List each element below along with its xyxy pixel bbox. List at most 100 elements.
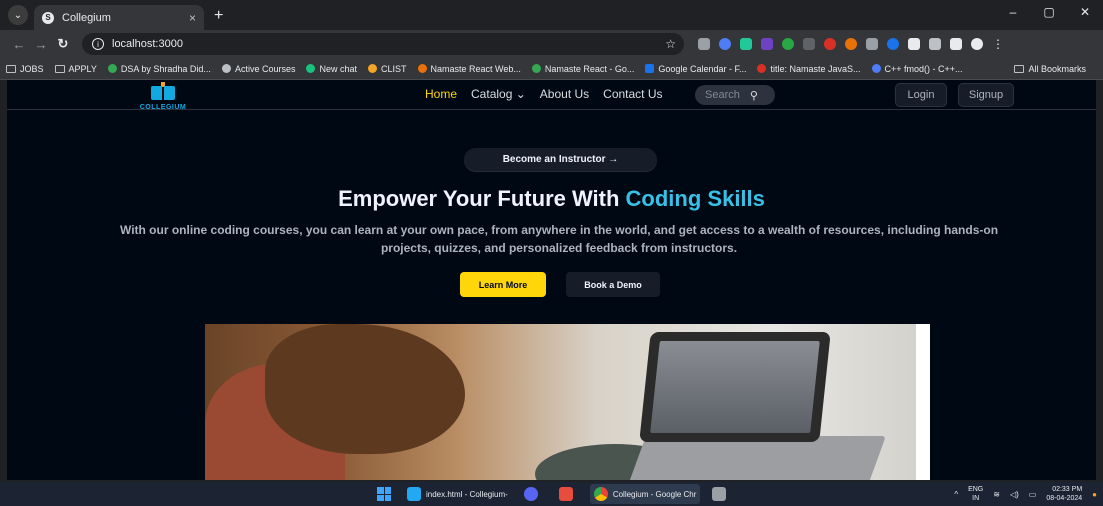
wifi-icon[interactable]: ≋ — [993, 490, 1000, 499]
book-demo-button[interactable]: Book a Demo — [566, 272, 660, 297]
bookmark-folder-jobs[interactable]: JOBS — [6, 64, 44, 74]
url-text: localhost:3000 — [112, 38, 183, 50]
bookmark-namaste-react-go[interactable]: Namaste React - Go... — [531, 64, 634, 74]
extension-icon[interactable] — [866, 38, 878, 50]
folder-icon — [1014, 65, 1025, 73]
chrome-icon — [593, 487, 608, 501]
nav-link-home[interactable]: Home — [425, 87, 457, 101]
nav-link-catalog[interactable]: Catalog ⌄ — [471, 87, 526, 101]
open-book-icon — [151, 82, 175, 102]
site-info-icon[interactable]: i — [92, 38, 104, 50]
extension-icon[interactable] — [887, 38, 899, 50]
nav-link-about[interactable]: About Us — [540, 87, 589, 101]
bookmark-google-calendar[interactable]: Google Calendar - F... — [645, 64, 746, 74]
kebab-menu-icon[interactable]: ⋮ — [992, 37, 1004, 51]
language-indicator[interactable]: ENG IN — [968, 485, 983, 503]
bookmark-cpp-fmod[interactable]: C++ fmod() - C++... — [871, 64, 963, 74]
extension-icon[interactable] — [698, 38, 710, 50]
browser-tab-collegium[interactable]: S Collegium × — [34, 5, 204, 30]
start-button[interactable] — [373, 484, 395, 504]
namaste-favicon-icon — [757, 64, 767, 73]
windows-logo-icon — [377, 487, 391, 501]
extension-icon[interactable] — [803, 38, 815, 50]
tab-search-icon[interactable]: ⌄ — [8, 5, 28, 25]
extension-icon[interactable] — [761, 38, 773, 50]
extension-icon[interactable] — [740, 38, 752, 50]
courses-favicon-icon — [221, 64, 231, 73]
hero-image — [205, 324, 930, 480]
nav-links: Home Catalog ⌄ About Us Contact Us — [425, 87, 663, 101]
browser-toolbar: ← → ↻ i localhost:3000 ☆ ⋮ — [0, 30, 1103, 58]
folder-icon — [54, 64, 65, 73]
window-controls: – ▢ ✕ — [995, 0, 1103, 24]
extension-icon[interactable] — [719, 38, 731, 50]
hero-subtext: With our online coding courses, you can … — [119, 223, 999, 255]
os-taskbar: index.html - Collegium- Collegium - Goog… — [0, 482, 1103, 506]
hero-photo — [205, 324, 916, 480]
learn-more-button[interactable]: Learn More — [460, 272, 546, 297]
browser-tabbar: ⌄ S Collegium × + – ▢ ✕ — [0, 0, 1103, 30]
site-navbar: COLLEGIUM Home Catalog ⌄ About Us Contac… — [7, 80, 1096, 111]
extension-icon[interactable] — [782, 38, 794, 50]
back-arrow-icon[interactable]: ← — [8, 37, 30, 52]
chevron-up-icon[interactable]: ^ — [954, 490, 958, 499]
bookmark-namaste-react-web[interactable]: Namaste React Web... — [417, 64, 521, 74]
login-button[interactable]: Login — [895, 83, 947, 107]
namaste-favicon-icon — [417, 64, 427, 73]
chevron-down-icon: ⌄ — [515, 87, 526, 101]
profile-avatar-icon[interactable] — [971, 38, 983, 50]
site-logo[interactable]: COLLEGIUM — [133, 82, 193, 111]
bookmarks-bar: JOBS APPLY DSA by Shradha Did... Active … — [0, 58, 1103, 80]
tab-title: Collegium — [62, 11, 111, 24]
battery-icon[interactable]: ▭ — [1029, 490, 1037, 499]
taskbar-chrome[interactable]: Collegium - Google Chr — [589, 484, 701, 504]
taskbar-app-red[interactable] — [555, 484, 582, 504]
plus-favicon-icon — [107, 64, 117, 73]
bookmark-active-courses[interactable]: Active Courses — [221, 64, 295, 74]
notification-bell-icon[interactable]: ● — [1092, 490, 1097, 499]
arrow-right-icon: → — [608, 154, 619, 165]
bookmark-namaste-javascript[interactable]: title: Namaste JavaS... — [757, 64, 861, 74]
bookmark-new-chat[interactable]: New chat — [306, 64, 357, 74]
puzzle-icon[interactable] — [908, 38, 920, 50]
restore-button[interactable]: ▢ — [1031, 0, 1067, 24]
system-tray: ^ ENG IN ≋ ◁) ▭ 02:33 PM 08-04-2024 ● — [954, 482, 1097, 506]
extension-icon[interactable] — [845, 38, 857, 50]
web-page: COLLEGIUM Home Catalog ⌄ About Us Contac… — [7, 80, 1096, 480]
search-input[interactable]: Search ⚲ — [695, 85, 775, 105]
drive-favicon-icon — [531, 64, 541, 73]
tab-close-icon[interactable]: × — [189, 11, 196, 25]
chat-favicon-icon — [306, 64, 316, 73]
bookmark-star-icon[interactable]: ☆ — [665, 37, 676, 51]
taskbar-vscode[interactable]: index.html - Collegium- — [403, 484, 512, 504]
address-bar[interactable]: i localhost:3000 ☆ — [82, 33, 684, 55]
extensions-area: ⋮ — [698, 37, 1004, 51]
nav-link-contact[interactable]: Contact Us — [603, 87, 662, 101]
logo-text: COLLEGIUM — [139, 104, 187, 111]
forward-arrow-icon[interactable]: → — [30, 37, 52, 52]
headline-accent: Coding Skills — [625, 186, 765, 211]
reading-list-icon[interactable] — [929, 38, 941, 50]
bookmark-folder-apply[interactable]: APPLY — [54, 64, 97, 74]
reload-icon[interactable]: ↻ — [52, 36, 74, 52]
clock[interactable]: 02:33 PM 08-04-2024 — [1046, 485, 1082, 503]
new-tab-button[interactable]: + — [214, 7, 223, 25]
clist-favicon-icon — [368, 64, 377, 73]
volume-icon[interactable]: ◁) — [1010, 490, 1019, 499]
all-bookmarks-folder[interactable]: All Bookmarks — [1014, 58, 1086, 80]
calendar-favicon-icon — [645, 64, 655, 73]
close-window-button[interactable]: ✕ — [1067, 0, 1103, 24]
minimize-button[interactable]: – — [995, 0, 1031, 24]
side-panel-icon[interactable] — [950, 38, 962, 50]
taskbar-apps: index.html - Collegium- Collegium - Goog… — [373, 482, 735, 506]
bookmark-clist[interactable]: CLIST — [368, 64, 407, 74]
bookmark-dsa[interactable]: DSA by Shradha Did... — [107, 64, 211, 74]
collegium-favicon-icon: S — [42, 11, 54, 24]
become-instructor-button[interactable]: Become an Instructor → — [464, 148, 657, 171]
taskbar-app-grey[interactable] — [708, 484, 735, 504]
signup-button[interactable]: Signup — [958, 83, 1014, 107]
extension-icon[interactable] — [824, 38, 836, 50]
app-icon — [712, 487, 727, 501]
taskbar-discord[interactable] — [520, 484, 547, 504]
cpp-favicon-icon — [871, 64, 881, 73]
